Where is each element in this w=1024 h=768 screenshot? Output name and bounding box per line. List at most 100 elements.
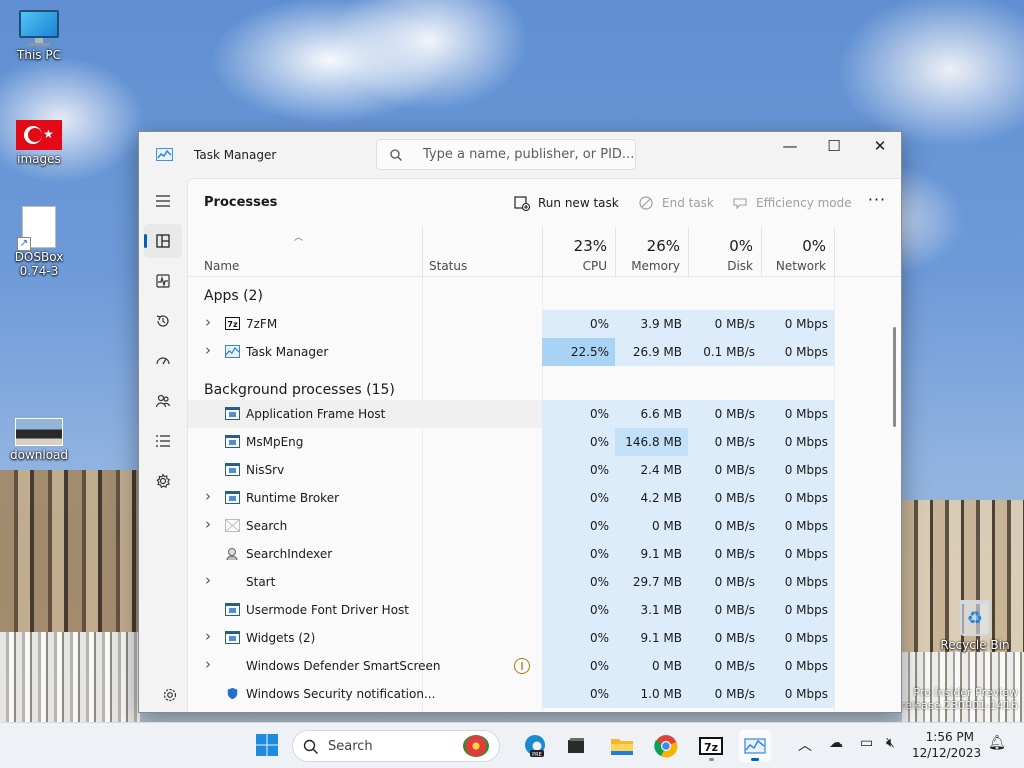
onedrive-offline-icon[interactable]: ☁	[829, 735, 843, 751]
system-clock[interactable]: 1:56 PM 12/12/2023	[912, 729, 981, 761]
process-network-value: 0 Mbps	[761, 652, 834, 680]
taskbar-terminal[interactable]	[560, 730, 592, 762]
taskbar-7zip[interactable]: 7z	[695, 730, 727, 762]
close-button[interactable]: ✕	[857, 132, 901, 162]
minimize-button[interactable]: —	[767, 132, 813, 162]
nav-services[interactable]	[144, 464, 182, 498]
process-row[interactable]: › Task Manager 22.5% 26.9 MB 0.1 MB/s 0 Mbps	[188, 338, 834, 366]
taskbar-chrome[interactable]	[650, 730, 682, 762]
task-manager-window: Task Manager Type a name, publisher, or …	[138, 131, 902, 713]
process-cpu-value: 0%	[542, 484, 615, 512]
process-disk-value: 0 MB/s	[688, 512, 761, 540]
taskbar-search-box[interactable]: Search	[292, 730, 500, 762]
taskbar-file-explorer[interactable]	[606, 730, 638, 762]
expand-chevron-icon[interactable]: ›	[205, 655, 211, 673]
memory-total-percent: 26%	[646, 237, 680, 255]
command-bar: Processes Run new task End task Efficien…	[188, 179, 901, 227]
expand-chevron-icon[interactable]: ›	[205, 487, 211, 505]
search-indexer-icon	[225, 547, 240, 561]
title-bar[interactable]: Task Manager Type a name, publisher, or …	[139, 132, 901, 178]
process-name: SearchIndexer	[246, 547, 333, 561]
recycle-bin-icon: ♻	[960, 600, 990, 636]
volume-muted-icon[interactable]: 🔇︎	[886, 735, 895, 751]
process-cpu-value: 0%	[542, 456, 615, 484]
nav-startup-apps[interactable]	[144, 344, 182, 378]
desktop-icon-images[interactable]: ★ images	[1, 120, 77, 166]
desktop-icon-dosbox[interactable]: ↗ DOSBox 0.74-3	[1, 206, 77, 278]
desktop-icon-label: Recycle Bin	[940, 638, 1010, 652]
process-row[interactable]: MsMpEng 0% 146.8 MB 0 MB/s 0 Mbps	[188, 428, 834, 456]
expand-chevron-icon[interactable]: ›	[205, 515, 211, 533]
desktop-icon-label: images	[17, 152, 61, 166]
process-network-value: 0 Mbps	[761, 624, 834, 652]
nav-settings[interactable]	[151, 678, 189, 712]
7zip-icon: 7z	[225, 317, 240, 330]
desktop-icon-this-pc[interactable]: This PC	[1, 10, 77, 62]
maximize-button[interactable]: ☐	[811, 132, 857, 162]
taskbar: Search PRE 7z ︿ ☁ ▭ 🔇︎ 1:56 PM 12/12/202…	[0, 722, 1024, 768]
process-network-value: 0 Mbps	[761, 512, 834, 540]
process-name: 7zFM	[246, 317, 278, 331]
process-row[interactable]: › Start 0% 29.7 MB 0 MB/s 0 Mbps	[188, 568, 834, 596]
folder-icon	[611, 739, 633, 755]
column-status-label: Status	[429, 259, 468, 273]
process-network-value: 0 Mbps	[761, 428, 834, 456]
desktop-icon-recycle-bin[interactable]: ♻ Recycle Bin	[937, 600, 1013, 652]
notification-bell-icon[interactable]: 🔔︎	[988, 735, 1006, 751]
search-input[interactable]: Type a name, publisher, or PID...	[376, 139, 636, 170]
shortcut-file-icon: ↗	[17, 206, 56, 251]
process-row[interactable]: › Runtime Broker 0% 4.2 MB 0 MB/s 0 Mbps	[188, 484, 834, 512]
process-row[interactable]: Usermode Font Driver Host 0% 3.1 MB 0 MB/s 0…	[188, 596, 834, 624]
nav-app-history[interactable]	[144, 304, 182, 338]
nav-performance[interactable]	[144, 264, 182, 298]
process-memory-value: 4.2 MB	[615, 484, 688, 512]
run-new-task-button[interactable]: Run new task	[514, 193, 619, 215]
column-header-network[interactable]: 0% Network	[761, 227, 834, 277]
process-network-value: 0 Mbps	[761, 680, 834, 708]
end-task-button[interactable]: End task	[638, 193, 718, 215]
network-icon[interactable]: ▭	[860, 735, 873, 751]
process-cpu-value: 0%	[542, 540, 615, 568]
column-header-cpu[interactable]: 23% CPU	[542, 227, 615, 277]
expand-chevron-icon[interactable]: ›	[205, 313, 211, 331]
process-memory-value: 0 MB	[615, 512, 688, 540]
taskbar-edge-beta[interactable]: PRE	[519, 730, 551, 762]
column-header-spacer	[834, 227, 901, 277]
column-header-memory[interactable]: 26% Memory	[615, 227, 688, 277]
column-header-status[interactable]: Status	[422, 227, 542, 277]
nav-users[interactable]	[144, 384, 182, 418]
process-row[interactable]: › Widgets (2) 0% 9.1 MB 0 MB/s 0 Mbps	[188, 624, 834, 652]
process-cpu-value: 0%	[542, 310, 615, 338]
column-disk-label: Disk	[727, 259, 753, 273]
nav-processes[interactable]	[144, 224, 182, 258]
process-row[interactable]: SearchIndexer 0% 9.1 MB 0 MB/s 0 Mbps	[188, 540, 834, 568]
run-new-task-icon	[514, 196, 530, 211]
column-header-name[interactable]: ︿ Name	[188, 227, 422, 277]
process-row[interactable]: › Search 0% 0 MB 0 MB/s 0 Mbps	[188, 512, 834, 540]
process-name: Windows Defender SmartScreen	[246, 659, 441, 673]
show-hidden-icons-chevron-icon[interactable]: ︿	[798, 735, 812, 755]
task-manager-icon	[744, 738, 766, 754]
vertical-scrollbar[interactable]	[893, 327, 896, 427]
process-row[interactable]: Windows Security notification... 0% 1.0 MB…	[188, 680, 834, 708]
process-disk-value: 0.1 MB/s	[688, 338, 761, 366]
efficiency-mode-button[interactable]: Efficiency mode	[732, 193, 852, 215]
process-row[interactable]: › 7z 7zFM 0% 3.9 MB 0 MB/s 0 Mbps	[188, 310, 834, 338]
column-memory-label: Memory	[631, 259, 680, 273]
column-header-disk[interactable]: 0% Disk	[688, 227, 761, 277]
process-row[interactable]: NisSrv 0% 2.4 MB 0 MB/s 0 Mbps	[188, 456, 834, 484]
expand-chevron-icon[interactable]: ›	[205, 341, 211, 359]
start-button[interactable]	[255, 733, 279, 757]
expand-chevron-icon[interactable]: ›	[205, 571, 211, 589]
process-cpu-value: 0%	[542, 428, 615, 456]
taskbar-task-manager[interactable]	[739, 730, 771, 762]
process-row[interactable]: › Windows Defender SmartScreen ‖ 0% 0 MB 0 MB…	[188, 652, 834, 680]
expand-chevron-icon[interactable]: ›	[205, 627, 211, 645]
nav-details[interactable]	[144, 424, 182, 458]
hamburger-menu-button[interactable]	[144, 185, 182, 219]
more-options-button[interactable]: ···	[864, 191, 890, 215]
process-name: Usermode Font Driver Host	[246, 603, 409, 617]
process-row[interactable]: Application Frame Host 0% 6.6 MB 0 MB/s 0 Mb…	[188, 400, 834, 428]
desktop-icon-download[interactable]: download	[1, 418, 77, 462]
search-icon	[303, 739, 318, 754]
